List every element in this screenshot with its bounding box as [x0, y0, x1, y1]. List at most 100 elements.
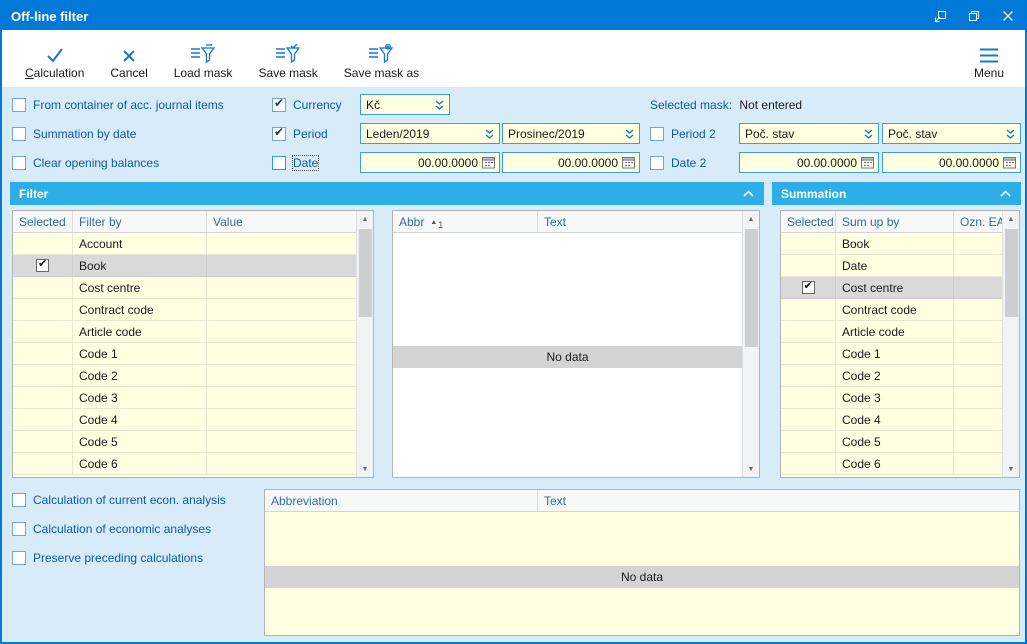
column-header-ozn-ea[interactable]: Ozn. EA	[954, 211, 1002, 232]
column-header-abbr[interactable]: Abbr 1	[393, 211, 538, 232]
column-header-sum-up-by[interactable]: Sum up by	[836, 211, 954, 232]
dock-window-button[interactable]	[923, 2, 957, 30]
scroll-down-icon[interactable]	[357, 461, 373, 477]
date-to-input[interactable]: 00.00.0000	[502, 152, 640, 173]
checkbox-box[interactable]	[12, 156, 26, 170]
scrollbar-track[interactable]	[357, 227, 373, 461]
calendar-icon[interactable]	[1003, 156, 1016, 169]
checkbox-summation-by-date[interactable]: Summation by date	[12, 126, 136, 142]
checkbox-box[interactable]	[272, 156, 286, 170]
column-header-text[interactable]: Text	[538, 490, 1019, 511]
row-selected-cell[interactable]	[13, 255, 73, 277]
summation-row-contract-code[interactable]: Contract code	[781, 299, 1002, 321]
calendar-icon[interactable]	[622, 156, 635, 169]
summation-row-date[interactable]: Date	[781, 255, 1002, 277]
checkbox-period[interactable]: Period	[272, 125, 328, 142]
checkbox-date-2[interactable]: Date 2	[650, 155, 706, 171]
summation-row-cost-centre[interactable]: Cost centre	[781, 277, 1002, 299]
filter-row-code-3[interactable]: Code 3	[13, 387, 356, 409]
scrollbar-thumb[interactable]	[358, 229, 372, 317]
calendar-icon[interactable]	[861, 156, 874, 169]
checkbox-date[interactable]: Date	[272, 155, 320, 171]
checkbox-clear-opening-balances[interactable]: Clear opening balances	[12, 155, 159, 171]
column-header-selected[interactable]: Selected	[13, 211, 73, 232]
calendar-icon[interactable]	[482, 156, 495, 169]
cancel-button[interactable]: Cancel	[97, 30, 160, 87]
row-selected-cell[interactable]	[13, 233, 73, 255]
scrollbar-thumb[interactable]	[1004, 229, 1018, 317]
checkbox-currency[interactable]: Currency	[272, 96, 342, 113]
close-button[interactable]	[991, 2, 1025, 30]
dropdown-chevron-icon[interactable]	[863, 128, 874, 140]
summation-row-code-4[interactable]: Code 4	[781, 409, 1002, 431]
collapse-up-icon[interactable]	[999, 189, 1012, 198]
filter-row-code-5[interactable]: Code 5	[13, 431, 356, 453]
row-checkbox-checked[interactable]	[801, 279, 815, 294]
row-selected-cell[interactable]	[781, 321, 836, 343]
column-header-value[interactable]: Value	[207, 211, 356, 232]
checkbox-box[interactable]	[12, 127, 26, 141]
filter-row-cost-centre[interactable]: Cost centre	[13, 277, 356, 299]
summation-row-code-1[interactable]: Code 1	[781, 343, 1002, 365]
checkbox-box[interactable]	[12, 493, 26, 507]
filter-row-book[interactable]: Book	[13, 255, 356, 277]
row-selected-cell[interactable]	[781, 299, 836, 321]
column-header-filter-by[interactable]: Filter by	[73, 211, 207, 232]
date2-from-input[interactable]: 00.00.0000	[739, 152, 879, 173]
row-selected-cell[interactable]	[781, 255, 836, 277]
date-from-input[interactable]: 00.00.0000	[360, 152, 500, 173]
summation-row-code-3[interactable]: Code 3	[781, 387, 1002, 409]
save-mask-button[interactable]: Save mask	[245, 30, 330, 87]
dropdown-chevron-icon[interactable]	[434, 99, 445, 111]
checkbox-from-container[interactable]: From container of acc. journal items	[12, 97, 224, 113]
period2-from-select[interactable]: Poč. stav	[739, 123, 879, 144]
filter-row-account[interactable]: Account	[13, 233, 356, 255]
scroll-up-icon[interactable]	[357, 211, 373, 227]
row-selected-cell[interactable]	[13, 365, 73, 387]
scroll-down-icon[interactable]	[1003, 461, 1019, 477]
checkbox-calc-current-econ-analysis[interactable]: Calculation of current econ. analysis	[12, 492, 226, 508]
column-header-text[interactable]: Text	[538, 211, 742, 232]
row-selected-cell[interactable]	[13, 299, 73, 321]
filter-section-header[interactable]: Filter	[10, 182, 764, 205]
row-selected-cell[interactable]	[781, 277, 836, 299]
checkbox-period-2[interactable]: Period 2	[650, 126, 716, 142]
scrollbar-track[interactable]	[1003, 227, 1019, 461]
filter-row-code-1[interactable]: Code 1	[13, 343, 356, 365]
summation-scrollbar[interactable]	[1002, 211, 1019, 477]
row-selected-cell[interactable]	[781, 431, 836, 453]
save-mask-as-button[interactable]: Save mask as	[331, 30, 432, 87]
summation-row-code-2[interactable]: Code 2	[781, 365, 1002, 387]
collapse-up-icon[interactable]	[742, 189, 755, 198]
summation-row-article-code[interactable]: Article code	[781, 321, 1002, 343]
checkbox-box[interactable]	[12, 551, 26, 565]
row-selected-cell[interactable]	[13, 409, 73, 431]
checkbox-calc-economic-analyses[interactable]: Calculation of economic analyses	[12, 521, 211, 537]
dropdown-chevron-icon[interactable]	[1005, 128, 1016, 140]
checkbox-box[interactable]	[272, 96, 286, 112]
dropdown-chevron-icon[interactable]	[484, 128, 495, 140]
summation-row-code-5[interactable]: Code 5	[781, 431, 1002, 453]
scrollbar-track[interactable]	[743, 227, 759, 461]
checkbox-box[interactable]	[12, 522, 26, 536]
abbr-scrollbar[interactable]	[742, 211, 759, 477]
row-selected-cell[interactable]	[13, 453, 73, 475]
filter-row-code-2[interactable]: Code 2	[13, 365, 356, 387]
checkbox-box[interactable]	[272, 125, 286, 141]
scroll-up-icon[interactable]	[1003, 211, 1019, 227]
summation-row-book[interactable]: Book	[781, 233, 1002, 255]
row-checkbox-checked[interactable]	[36, 257, 49, 272]
row-selected-cell[interactable]	[781, 387, 836, 409]
filter-row-code-4[interactable]: Code 4	[13, 409, 356, 431]
checkbox-preserve-preceding-calculations[interactable]: Preserve preceding calculations	[12, 550, 203, 566]
period2-to-select[interactable]: Poč. stav	[882, 123, 1021, 144]
scroll-down-icon[interactable]	[743, 461, 759, 477]
load-mask-button[interactable]: Load mask	[161, 30, 246, 87]
dropdown-chevron-icon[interactable]	[624, 128, 635, 140]
filter-row-contract-code[interactable]: Contract code	[13, 299, 356, 321]
checkbox-box[interactable]	[650, 127, 664, 141]
row-selected-cell[interactable]	[13, 321, 73, 343]
row-selected-cell[interactable]	[13, 343, 73, 365]
row-selected-cell[interactable]	[781, 233, 836, 255]
row-selected-cell[interactable]	[13, 431, 73, 453]
